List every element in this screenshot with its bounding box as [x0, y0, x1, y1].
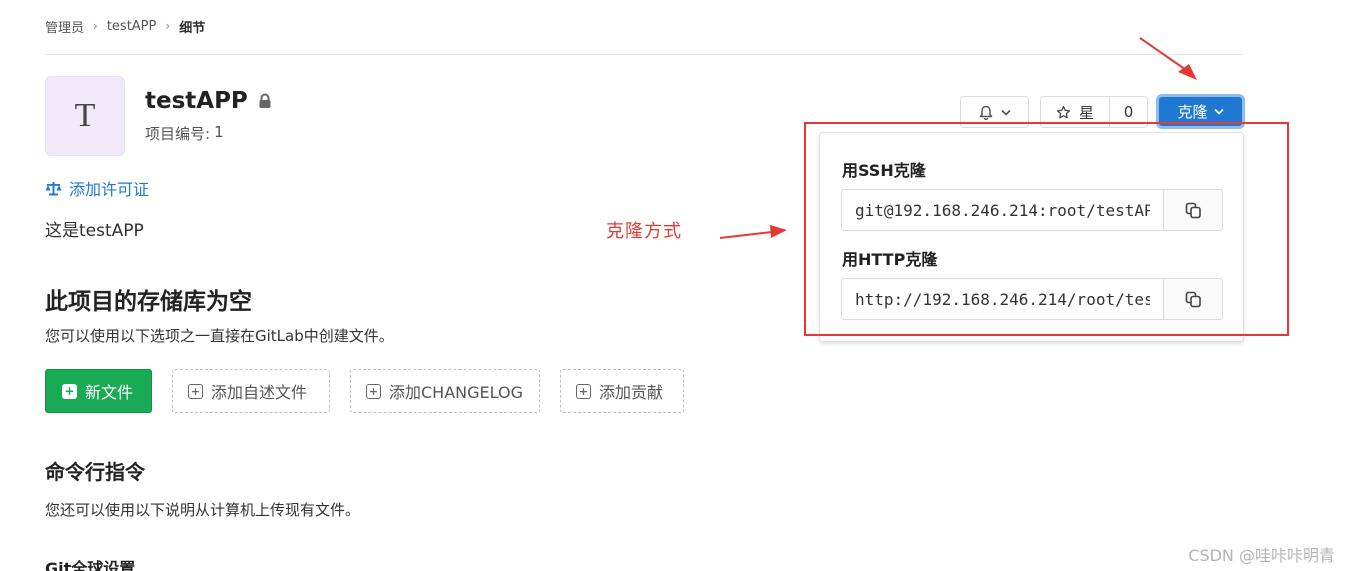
cli-title: 命令行指令 [45, 460, 145, 484]
breadcrumb-current: 细节 [179, 20, 206, 36]
copy-icon [1185, 202, 1201, 218]
empty-repo-title: 此项目的存储库为空 [45, 289, 252, 315]
git-global-heading: Git全球设置 [45, 559, 136, 571]
chevron-right-icon: › [165, 19, 171, 33]
add-changelog-label: 添加CHANGELOG [389, 383, 523, 402]
new-file-button[interactable]: + 新文件 [45, 369, 152, 413]
clone-label: 克隆 [1177, 103, 1208, 121]
new-file-label: 新文件 [85, 383, 134, 402]
project-avatar: T [45, 76, 125, 156]
arrow-to-clone-dropdown [719, 225, 787, 239]
ssh-clone-label: 用SSH克隆 [842, 161, 926, 180]
add-license-link[interactable]: 添加许可证 [45, 176, 149, 200]
copy-ssh-url-button[interactable] [1163, 190, 1222, 230]
star-label: 星 [1078, 103, 1094, 122]
watermark: CSDN @哇咔咔明青 [1188, 546, 1335, 565]
breadcrumb: 管理员 › testAPP › 细节 [45, 16, 205, 36]
ssh-url-input[interactable] [842, 190, 1163, 230]
star-icon [1056, 105, 1071, 118]
chevron-down-icon [1000, 109, 1011, 116]
ssh-clone-field [841, 189, 1223, 231]
annotation-text: 克隆方式 [606, 221, 682, 242]
project-title: testAPP [145, 88, 272, 114]
plus-square-icon: + [576, 383, 591, 399]
add-changelog-button[interactable]: + 添加CHANGELOG [350, 369, 540, 413]
empty-repo-text: 您可以使用以下选项之一直接在GitLab中创建文件。 [45, 327, 394, 345]
header-divider [45, 54, 1243, 55]
add-license-label: 添加许可证 [69, 180, 150, 199]
clone-button[interactable]: 克隆 [1156, 94, 1245, 129]
lock-icon [258, 93, 272, 109]
copy-icon [1185, 291, 1201, 307]
notification-dropdown-button[interactable] [960, 96, 1029, 128]
chevron-right-icon: › [93, 19, 98, 33]
star-button[interactable]: 星 [1041, 97, 1110, 127]
cli-text: 您还可以使用以下说明从计算机上传现有文件。 [45, 501, 361, 519]
arrow-to-clone-button [1139, 37, 1197, 80]
plus-square-icon: + [62, 383, 77, 399]
plus-square-icon: + [366, 383, 381, 399]
add-readme-button[interactable]: + 添加自述文件 [172, 369, 330, 413]
copy-http-url-button[interactable] [1163, 279, 1222, 319]
bell-icon [979, 105, 992, 120]
star-count[interactable]: 0 [1110, 97, 1147, 127]
http-url-input[interactable] [842, 279, 1163, 319]
breadcrumb-item-project[interactable]: testAPP [107, 19, 157, 34]
http-clone-label: 用HTTP克隆 [842, 250, 938, 269]
add-contribution-button[interactable]: + 添加贡献 [560, 369, 684, 413]
clone-dropdown: 用SSH克隆 用HTTP克隆 [819, 132, 1244, 342]
project-name: testAPP [145, 88, 248, 114]
plus-square-icon: + [188, 383, 203, 399]
project-id: 项目编号: 1 [145, 123, 224, 144]
project-avatar-letter: T [74, 97, 96, 134]
star-button-group: 星 0 [1040, 96, 1148, 128]
scale-icon [45, 181, 62, 195]
add-readme-label: 添加自述文件 [211, 383, 308, 402]
add-contribution-label: 添加贡献 [599, 383, 664, 402]
http-clone-field [841, 278, 1223, 320]
project-id-label: 项目编号: [145, 125, 211, 143]
project-description: 这是testAPP [45, 221, 144, 241]
project-id-value: 1 [214, 123, 224, 141]
chevron-down-icon [1213, 108, 1224, 115]
breadcrumb-item-admin[interactable]: 管理员 [45, 17, 84, 36]
